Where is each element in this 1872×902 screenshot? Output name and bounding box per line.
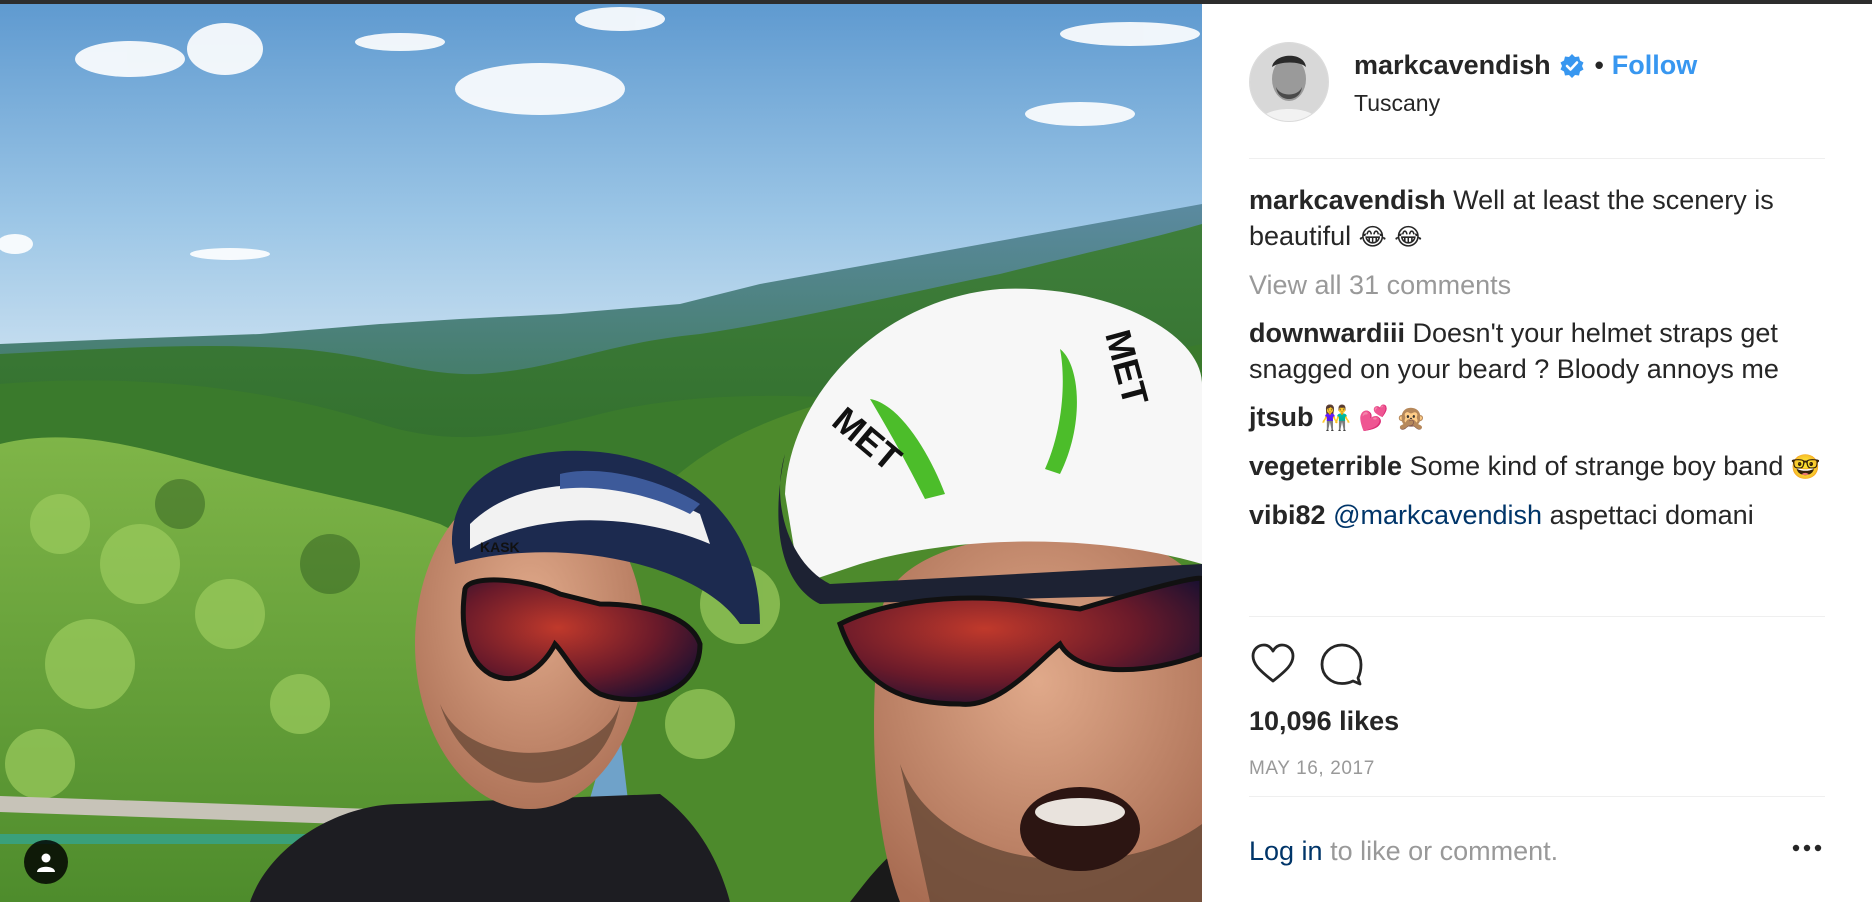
post-author-username[interactable]: markcavendish	[1354, 50, 1551, 81]
more-options-icon[interactable]	[1789, 834, 1825, 862]
caption-username[interactable]: markcavendish	[1249, 185, 1446, 215]
post-photo-image: KASK MET MET	[0, 4, 1202, 902]
comment-item: vibi82 @markcavendish aspettaci domani	[1249, 497, 1825, 533]
comment-username[interactable]: jtsub	[1249, 402, 1314, 432]
caption-emoji: 😂 😂	[1358, 223, 1423, 251]
left-helmet-text: KASK	[480, 539, 520, 555]
caption: markcavendish Well at least the scenery …	[1249, 182, 1825, 255]
post-date: MAY 16, 2017	[1249, 758, 1375, 779]
post-header: markcavendish • Follow Tuscany	[1249, 38, 1825, 128]
login-link[interactable]: Log in	[1249, 836, 1323, 866]
likes-count[interactable]: 10,096 likes	[1249, 706, 1399, 737]
comment-text: aspettaci domani	[1549, 500, 1754, 530]
comment-username[interactable]: downwardiii	[1249, 318, 1405, 348]
comments-list: markcavendish Well at least the scenery …	[1249, 182, 1825, 545]
verified-badge-icon	[1560, 53, 1584, 78]
login-prompt-text: to like or comment.	[1330, 836, 1559, 866]
header-divider	[1249, 158, 1825, 159]
comment-bubble-icon[interactable]	[1317, 640, 1365, 688]
post-location[interactable]: Tuscany	[1354, 90, 1440, 117]
comment-emoji: 🤓	[1790, 453, 1821, 481]
avatar-image	[1250, 43, 1328, 121]
view-all-comments-link[interactable]: View all 31 comments	[1249, 267, 1825, 303]
heart-icon[interactable]	[1249, 640, 1297, 688]
comment-item: downwardiii Doesn't your helmet straps g…	[1249, 315, 1825, 387]
action-bar	[1249, 640, 1365, 690]
header-separator: •	[1594, 50, 1604, 80]
comment-mention-link[interactable]: @markcavendish	[1333, 500, 1542, 530]
comment-item: jtsub 👫 💕 🙊	[1249, 399, 1825, 436]
avatar[interactable]	[1249, 42, 1329, 122]
comment-username[interactable]: vibi82	[1249, 500, 1326, 530]
comments-divider	[1249, 616, 1825, 617]
footer-divider	[1249, 796, 1825, 797]
post-side-panel: markcavendish • Follow Tuscany markcaven…	[1249, 4, 1825, 902]
comment-item: vegeterrible Some kind of strange boy ba…	[1249, 448, 1825, 485]
comment-text: Some kind of strange boy band	[1409, 451, 1784, 481]
user-tag-icon	[37, 853, 55, 872]
comment-username[interactable]: vegeterrible	[1249, 451, 1402, 481]
login-prompt: Log in to like or comment.	[1249, 836, 1558, 867]
user-tag-button[interactable]	[24, 840, 68, 884]
follow-button[interactable]: Follow	[1612, 50, 1697, 81]
comment-emoji: 👫 💕 🙊	[1321, 404, 1426, 432]
post-photo[interactable]: KASK MET MET	[0, 4, 1202, 902]
